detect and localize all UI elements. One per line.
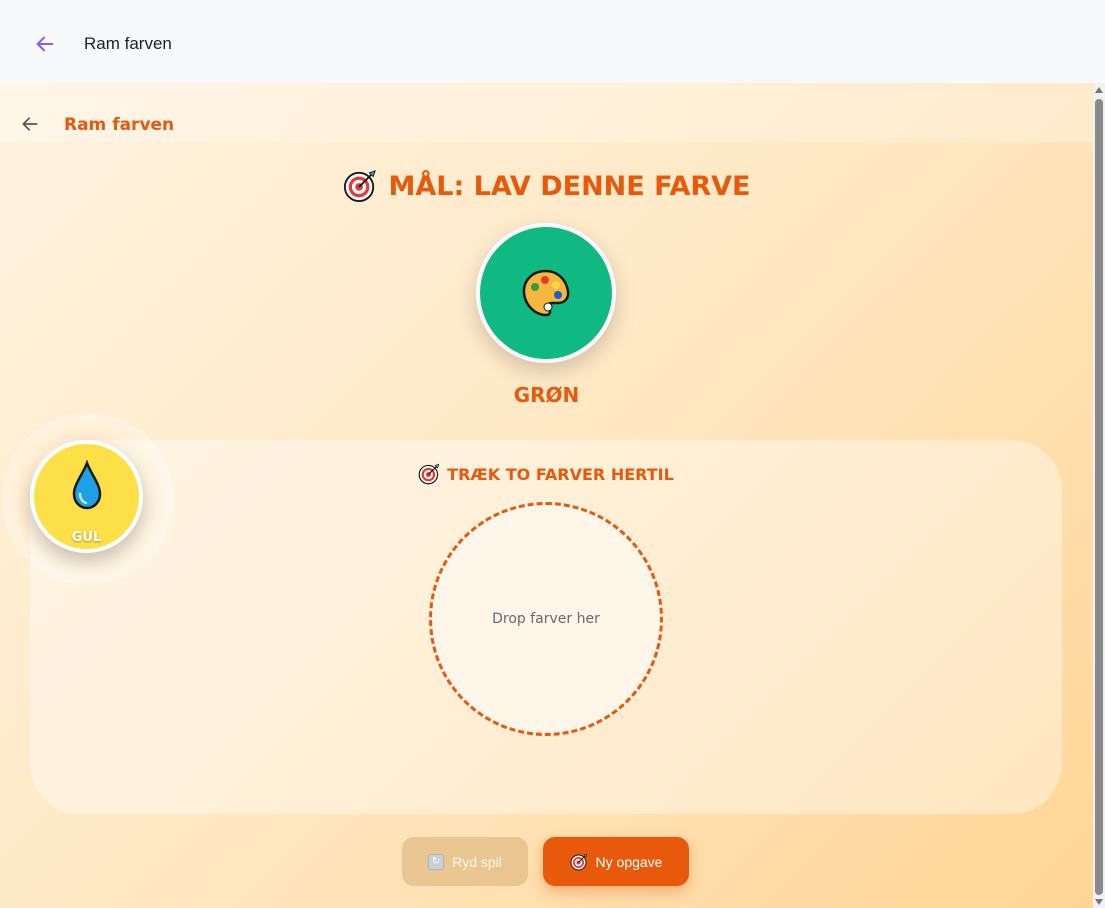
- artist-palette-icon: [522, 269, 570, 317]
- app-title: Ram farven: [84, 34, 172, 53]
- new-task-button[interactable]: Ny opgave: [543, 837, 689, 886]
- goal-heading: MÅL: LAV DENNE FARVE: [0, 169, 1093, 203]
- target-color-swatch: [476, 223, 616, 363]
- direct-hit-icon: [570, 853, 587, 870]
- game-header: Ram farven: [0, 83, 1093, 142]
- direct-hit-icon: [418, 463, 440, 485]
- color-chip-yellow[interactable]: GUL: [30, 440, 143, 553]
- goal-heading-text: MÅL: LAV DENNE FARVE: [388, 170, 751, 202]
- scroll-thumb[interactable]: [1095, 99, 1103, 895]
- color-chip-label: GUL: [71, 530, 102, 545]
- color-drop-zone[interactable]: Drop farver her: [429, 502, 663, 736]
- back-arrow-icon[interactable]: [34, 33, 56, 55]
- droplet-icon: [72, 460, 102, 510]
- mixing-panel: TRÆK TO FARVER HERTIL Drop farver her: [30, 440, 1062, 814]
- clear-game-label: Ryd spil: [452, 853, 502, 870]
- scroll-down-arrow-icon[interactable]: [1095, 899, 1103, 905]
- target-color-name: GRØN: [513, 383, 580, 407]
- counterclockwise-arrows-icon: ↻: [428, 853, 445, 870]
- app-bar: Ram farven: [0, 0, 1105, 83]
- mix-heading-text: TRÆK TO FARVER HERTIL: [447, 464, 674, 484]
- mix-heading: TRÆK TO FARVER HERTIL: [30, 463, 1062, 485]
- vertical-scrollbar[interactable]: [1093, 83, 1105, 908]
- new-task-label: Ny opgave: [595, 853, 663, 870]
- back-arrow-icon[interactable]: [20, 114, 40, 134]
- drop-placeholder: Drop farver her: [492, 611, 600, 627]
- scroll-up-arrow-icon[interactable]: [1095, 87, 1103, 93]
- clear-game-button[interactable]: ↻ Ryd spil: [402, 837, 528, 886]
- game-title: Ram farven: [64, 115, 175, 135]
- direct-hit-icon: [343, 170, 376, 203]
- game-content: Ram farven MÅL: LAV DENNE FARVE GRØN TRÆ…: [0, 83, 1093, 908]
